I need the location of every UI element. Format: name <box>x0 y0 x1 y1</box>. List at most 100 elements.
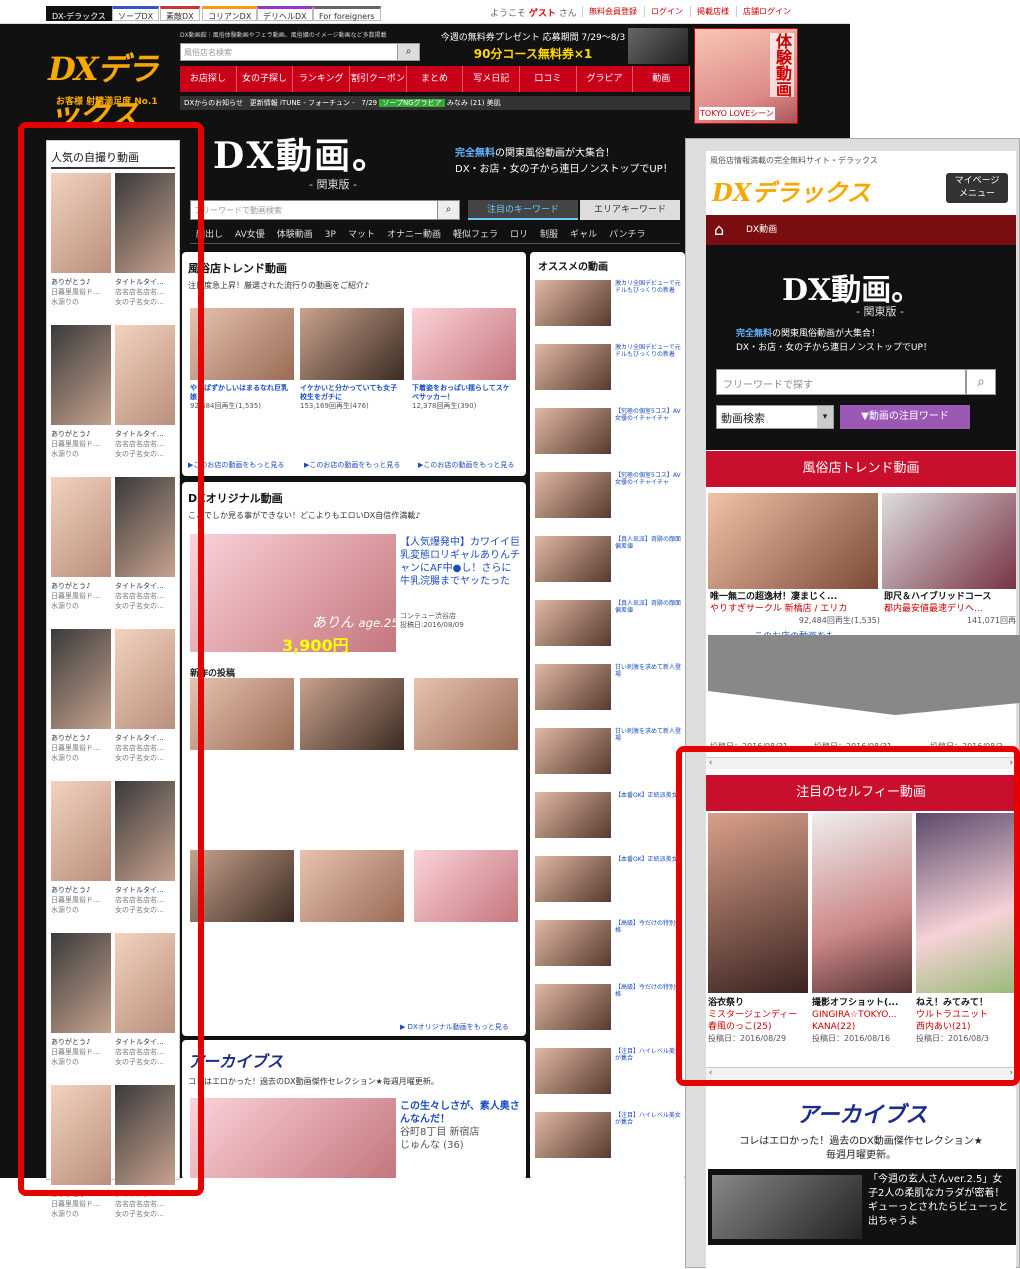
menu-review[interactable]: 口コミ <box>520 66 577 92</box>
category-link[interactable]: 軽似フェラ <box>453 226 498 243</box>
category-link[interactable]: オナニー動画 <box>387 226 441 243</box>
video-search-input[interactable]: フリーワードで動画検索 ⌕ <box>190 200 460 220</box>
recommend-text[interactable]: 【注目】ハイレベル美女が集合 <box>615 1112 685 1126</box>
category-link[interactable]: パンチラ <box>609 226 645 243</box>
recommend-thumb[interactable] <box>535 280 611 326</box>
recommend-item[interactable]: 【高級】今だけの特別価格 <box>535 984 685 1032</box>
recommend-thumb[interactable] <box>535 1048 611 1094</box>
trend-thumb-2[interactable] <box>300 308 404 380</box>
recommend-text[interactable]: 【注目】ハイレベル美女が集合 <box>615 1048 685 1062</box>
recommend-thumb[interactable] <box>535 792 611 838</box>
register-link[interactable]: 無料会員登録 <box>582 6 637 17</box>
recommend-thumb[interactable] <box>535 856 611 902</box>
side-ad-banner[interactable]: 体験動画 TOKYO LOVEシーン <box>694 28 798 124</box>
mobile-trend-thumb-1[interactable] <box>708 493 878 589</box>
tab-dx[interactable]: DX-デラックス <box>46 6 112 21</box>
category-link[interactable]: マット <box>348 226 375 243</box>
recommend-thumb[interactable] <box>535 344 611 390</box>
mobile-menu-button[interactable]: マイページ メニュー <box>946 173 1008 203</box>
recommend-thumb[interactable] <box>535 600 611 646</box>
keyword-dropdown-button[interactable]: ▼動画の注目ワード <box>840 405 970 429</box>
mobile-archive-card[interactable]: 「今週の玄人さんver.2.5」女子2人の柔肌なカラダが密着！ギューっとされたら… <box>708 1169 1016 1245</box>
trend-caption-3[interactable]: 下着姿をおっぱい揺らしてスケベサッカー！ 12,378回再生(390) <box>412 384 516 411</box>
category-link[interactable]: ロリ <box>510 226 528 243</box>
tab-deli[interactable]: デリヘルDX <box>257 6 313 21</box>
recommend-thumb[interactable] <box>535 1112 611 1158</box>
post-thumb-4[interactable] <box>190 850 294 922</box>
search-icon[interactable]: ⌕ <box>397 44 419 60</box>
category-link[interactable]: ギャル <box>570 226 597 243</box>
mobile-logo[interactable]: DXデラックス <box>712 173 871 208</box>
recommend-text[interactable]: 【本番OK】正統派美女 <box>615 792 685 799</box>
archive-caption[interactable]: この生々しさが、素人奥さんなんだ！ 谷町8丁目 新宿店 じゅんな (36) <box>400 1100 520 1152</box>
recommend-item[interactable]: 【真人気派】奇跡の顔面偏差値 <box>535 536 685 584</box>
menu-video[interactable]: 動画 <box>633 66 691 92</box>
recommend-item[interactable]: 【注目】ハイレベル美女が集合 <box>535 1048 685 1096</box>
video-search-select[interactable]: 動画検索 ▾ <box>716 405 834 429</box>
recommend-thumb[interactable] <box>535 408 611 454</box>
trend-more-link-3[interactable]: ▶このお店の動画をもっと見る <box>418 460 514 470</box>
menu-diary[interactable]: 写メ日記 <box>463 66 521 92</box>
recommend-thumb[interactable] <box>535 984 611 1030</box>
news-ticker[interactable]: DXからのお知らせ 更新情報 iTUNE - フォーチュン - 7/29 ソープ… <box>180 96 690 110</box>
recommend-text[interactable]: 【本番OK】正統派美女 <box>615 856 685 863</box>
mobile-search-input[interactable]: フリーワードで探す <box>716 369 966 395</box>
tab-korean[interactable]: コリアンDX <box>202 6 258 21</box>
recommend-text[interactable]: 【究極の個室5コス】AV女優のイチャイチャ <box>615 408 685 422</box>
recommend-item[interactable]: 【真人気派】奇跡の顔面偏差値 <box>535 600 685 648</box>
tab-area-keyword[interactable]: エリアキーワード <box>580 200 680 220</box>
recommend-thumb[interactable] <box>535 920 611 966</box>
recommend-item[interactable]: 【本番OK】正統派美女 <box>535 856 685 904</box>
trend-more-link-2[interactable]: ▶このお店の動画をもっと見る <box>304 460 400 470</box>
recommend-item[interactable]: 【高級】今だけの特別価格 <box>535 920 685 968</box>
original-more-link[interactable]: ▶ DXオリジナル動画をもっと見る <box>400 1022 509 1032</box>
shop-link[interactable]: 掲載店様 <box>690 6 729 17</box>
recommend-text[interactable]: 【真人気派】奇跡の顔面偏差値 <box>615 600 685 614</box>
search-icon[interactable]: ⌕ <box>437 201 459 219</box>
post-thumb-5[interactable] <box>300 850 404 922</box>
recommend-text[interactable]: 【高級】今だけの特別価格 <box>615 920 685 934</box>
recommend-text[interactable]: 【真人気派】奇跡の顔面偏差値 <box>615 536 685 550</box>
post-thumb-3[interactable] <box>414 678 518 750</box>
recommend-text[interactable]: 甘い刺激を求めて新人登場 <box>615 664 685 678</box>
trend-caption-1[interactable]: やっぱずかしいはまるなれ巨乳娘！ 92,484回再生(1,535) <box>190 384 294 411</box>
mobile-archive-thumb[interactable] <box>712 1175 862 1239</box>
recommend-thumb[interactable] <box>535 536 611 582</box>
search-icon[interactable]: ⌕ <box>966 369 996 395</box>
mobile-trend-thumb-2[interactable] <box>882 493 1016 589</box>
tab-keyword[interactable]: 注目のキーワード <box>468 200 578 220</box>
recommend-thumb[interactable] <box>535 664 611 710</box>
trend-caption-2[interactable]: イケかいと分かっていても女子校生をガチに 153,169回再生(476) <box>300 384 404 411</box>
recommend-item[interactable]: 激カリ全国デビューで元ドルもびっくりの新着 <box>535 280 685 328</box>
mobile-trend-caption-1[interactable]: 唯一無二の超逸材！凄まじく... やりすぎサークル 新橋店 / エリカ 92,484… <box>710 591 880 627</box>
shop-login-link[interactable]: 店舗ログイン <box>736 6 791 17</box>
post-thumb-6[interactable] <box>414 850 518 922</box>
feature-text[interactable]: 【人気爆発中】カワイイ巨乳変態ロリギャルありんチャンにAF中●し！さらに牛乳浣腸… <box>400 536 520 588</box>
menu-coupon[interactable]: 割引クーポン <box>350 66 407 92</box>
recommend-item[interactable]: 【究極の個室5コス】AV女優のイチャイチャ <box>535 472 685 520</box>
post-thumb-1[interactable] <box>190 678 294 750</box>
trend-thumb-3[interactable] <box>412 308 516 380</box>
recommend-text[interactable]: 激カリ全国デビューで元ドルもびっくりの新着 <box>615 344 685 358</box>
home-icon[interactable]: ⌂ <box>714 221 724 239</box>
category-link[interactable]: AV女優 <box>235 226 265 243</box>
recommend-text[interactable]: 激カリ全国デビューで元ドルもびっくりの新着 <box>615 280 685 294</box>
menu-girl[interactable]: 女の子探し <box>237 66 294 92</box>
post-thumb-2[interactable] <box>300 678 404 750</box>
promo-image[interactable] <box>628 28 688 64</box>
trend-thumb-1[interactable] <box>190 308 294 380</box>
recommend-item[interactable]: 激カリ全国デビューで元ドルもびっくりの新着 <box>535 344 685 392</box>
tab-soap[interactable]: ソープDX <box>112 6 160 21</box>
recommend-thumb[interactable] <box>535 472 611 518</box>
shop-search-input[interactable]: 風俗店名検索 ⌕ <box>180 43 420 61</box>
menu-shop[interactable]: お店探し <box>180 66 237 92</box>
dx-logo[interactable]: DXデラックス <box>48 46 168 134</box>
recommend-text[interactable]: 【究極の個室5コス】AV女優のイチャイチャ <box>615 472 685 486</box>
recommend-item[interactable]: 【究極の個室5コス】AV女優のイチャイチャ <box>535 408 685 456</box>
recommend-text[interactable]: 甘い刺激を求めて新人登場 <box>615 728 685 742</box>
tab-foreigners[interactable]: For foreigners <box>313 6 381 21</box>
archive-thumb[interactable] <box>190 1098 396 1178</box>
menu-ranking[interactable]: ランキング <box>293 66 351 92</box>
login-link[interactable]: ログイン <box>644 6 683 17</box>
tab-suteki[interactable]: 素敵DX <box>160 6 200 21</box>
